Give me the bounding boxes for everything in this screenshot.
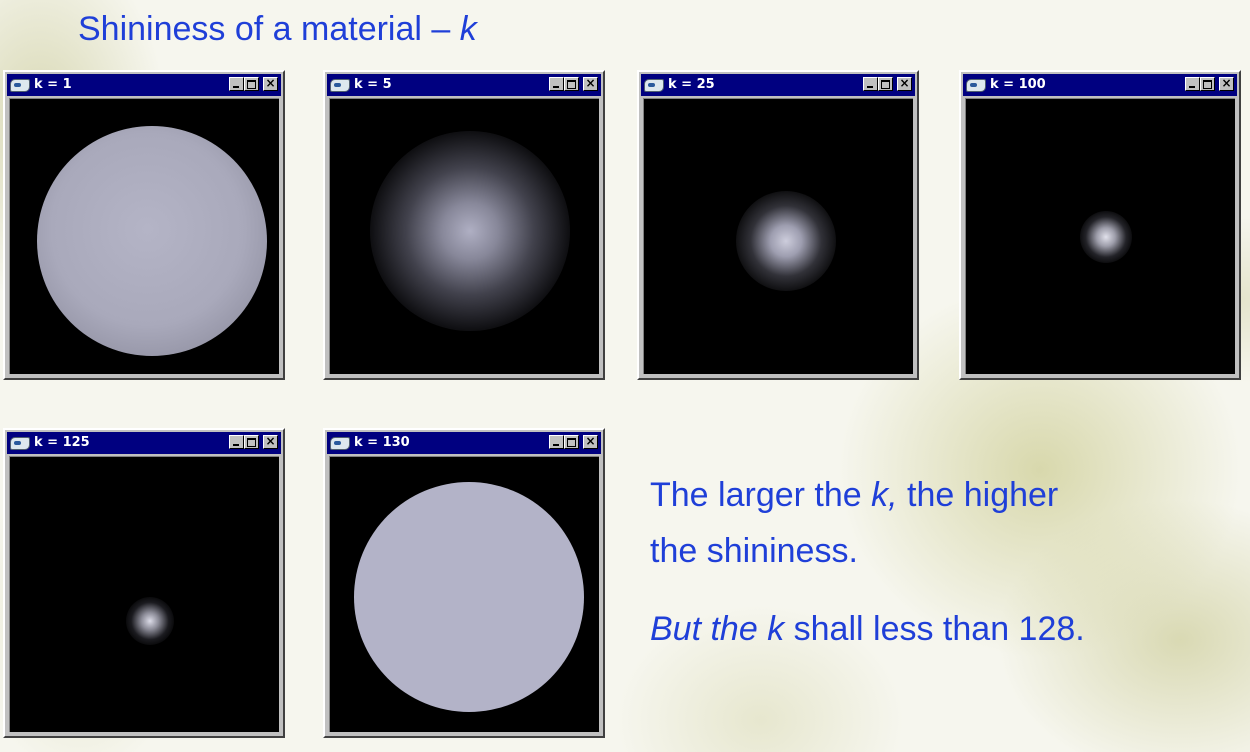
- caption-emphasis: But the k: [650, 610, 785, 648]
- maximize-button[interactable]: [1200, 77, 1215, 91]
- minimize-button[interactable]: [549, 77, 564, 91]
- close-icon: ×: [899, 76, 910, 90]
- window-title: k = 25: [668, 77, 715, 92]
- render-canvas: [329, 456, 599, 732]
- maximize-button[interactable]: [878, 77, 893, 91]
- title-variable: k: [459, 10, 477, 48]
- close-icon: ×: [265, 434, 276, 448]
- maximize-button[interactable]: [244, 77, 259, 91]
- sphere-render: [37, 126, 267, 356]
- minimize-button[interactable]: [229, 77, 244, 91]
- close-icon: ×: [265, 76, 276, 90]
- window-title: k = 125: [34, 435, 90, 450]
- caption-line-1: The larger the k, the higher: [650, 476, 1059, 514]
- render-canvas: [9, 456, 279, 732]
- minimize-button[interactable]: [863, 77, 878, 91]
- close-icon: ×: [585, 76, 596, 90]
- opengl-app-icon[interactable]: [10, 79, 30, 92]
- window-title: k = 5: [354, 77, 392, 92]
- caption-line-2: the shininess.: [650, 532, 858, 570]
- minimize-button[interactable]: [1185, 77, 1200, 91]
- close-button[interactable]: ×: [583, 76, 598, 91]
- sphere-render: [1080, 211, 1132, 263]
- window-title: k = 100: [990, 77, 1046, 92]
- close-button[interactable]: ×: [583, 434, 598, 449]
- minimize-button[interactable]: [549, 435, 564, 449]
- window-k-25[interactable]: k = 25 ×: [637, 70, 919, 380]
- window-k-5[interactable]: k = 5 ×: [323, 70, 605, 380]
- window-k-130[interactable]: k = 130 ×: [323, 428, 605, 738]
- opengl-app-icon[interactable]: [10, 437, 30, 450]
- opengl-app-icon[interactable]: [966, 79, 986, 92]
- caption-variable: k,: [871, 476, 898, 514]
- maximize-button[interactable]: [564, 435, 579, 449]
- render-canvas: [643, 98, 913, 374]
- render-canvas: [965, 98, 1235, 374]
- window-title: k = 1: [34, 77, 72, 92]
- sphere-render: [126, 597, 174, 645]
- window-titlebar[interactable]: k = 1 ×: [7, 74, 281, 96]
- window-title: k = 130: [354, 435, 410, 450]
- caption-line-3: But the k shall less than 128.: [650, 610, 1085, 648]
- window-k-125[interactable]: k = 125 ×: [3, 428, 285, 738]
- window-titlebar[interactable]: k = 25 ×: [641, 74, 915, 96]
- close-button[interactable]: ×: [263, 434, 278, 449]
- opengl-app-icon[interactable]: [330, 437, 350, 450]
- close-icon: ×: [585, 434, 596, 448]
- window-titlebar[interactable]: k = 125 ×: [7, 432, 281, 454]
- sphere-render: [354, 482, 584, 712]
- window-titlebar[interactable]: k = 100 ×: [963, 74, 1237, 96]
- close-icon: ×: [1221, 76, 1232, 90]
- opengl-app-icon[interactable]: [330, 79, 350, 92]
- sphere-render: [370, 131, 570, 331]
- window-k-100[interactable]: k = 100 ×: [959, 70, 1241, 380]
- window-titlebar[interactable]: k = 130 ×: [327, 432, 601, 454]
- minimize-button[interactable]: [229, 435, 244, 449]
- window-titlebar[interactable]: k = 5 ×: [327, 74, 601, 96]
- opengl-app-icon[interactable]: [644, 79, 664, 92]
- sphere-render: [736, 191, 836, 291]
- maximize-button[interactable]: [564, 77, 579, 91]
- maximize-button[interactable]: [244, 435, 259, 449]
- slide-title: Shininess of a material – k: [78, 10, 477, 48]
- render-canvas: [329, 98, 599, 374]
- close-button[interactable]: ×: [1219, 76, 1234, 91]
- close-button[interactable]: ×: [263, 76, 278, 91]
- render-canvas: [9, 98, 279, 374]
- window-k-1[interactable]: k = 1 ×: [3, 70, 285, 380]
- close-button[interactable]: ×: [897, 76, 912, 91]
